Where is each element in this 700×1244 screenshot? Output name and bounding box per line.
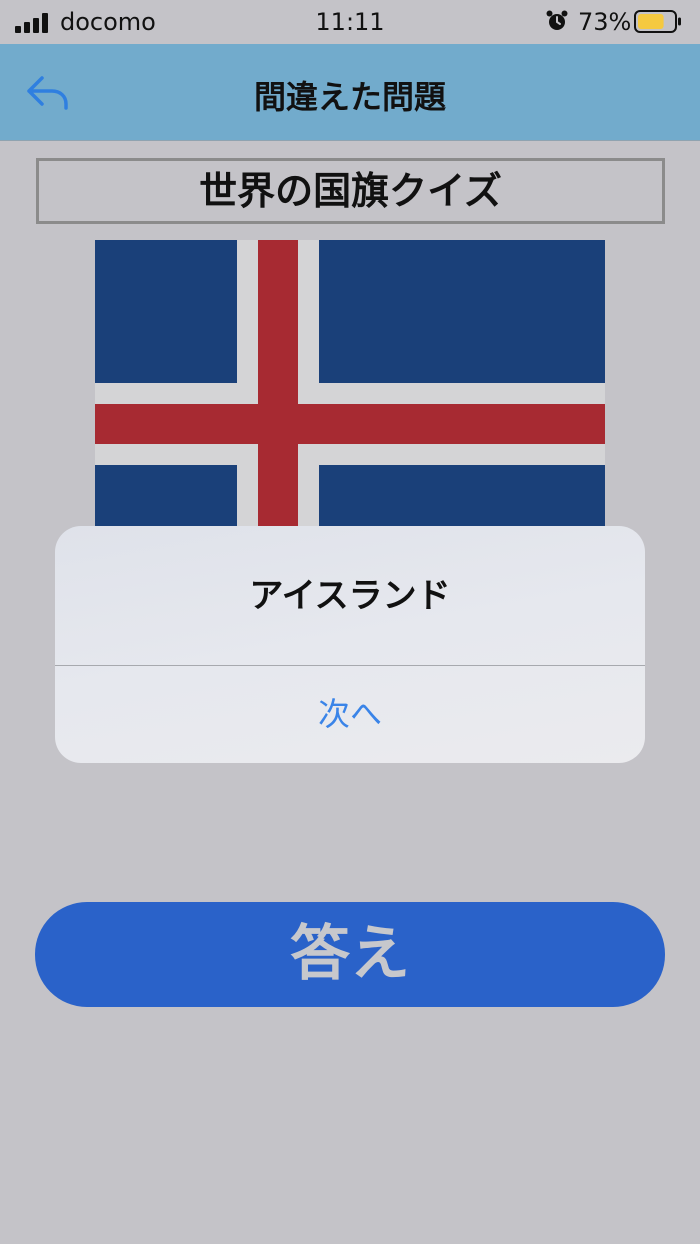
nav-bar: 間違えた問題: [0, 44, 700, 141]
alert-dialog: アイスランド 次へ: [55, 526, 645, 763]
battery-percent: 73%: [578, 8, 632, 36]
alert-title: アイスランド: [249, 576, 451, 616]
status-bar: docomo 11:11 73%: [0, 0, 700, 44]
next-button[interactable]: 次へ: [55, 666, 645, 763]
page-title: 間違えた問題: [253, 78, 446, 116]
answer-button[interactable]: 答え: [35, 902, 665, 1007]
quiz-title: 世界の国旗クイズ: [36, 158, 665, 224]
alarm-icon: [546, 10, 568, 30]
battery-icon: [634, 10, 681, 33]
